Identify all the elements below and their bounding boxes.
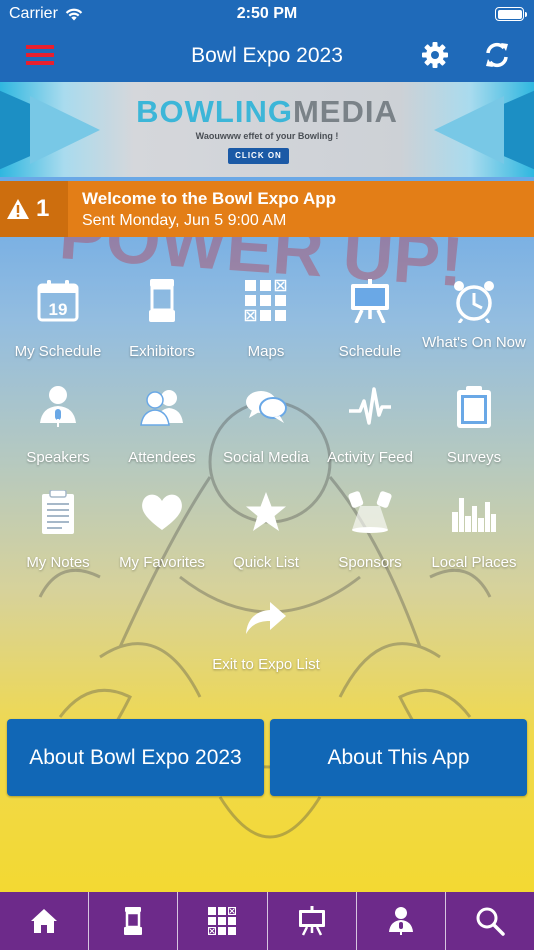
tile-sponsors[interactable]: Sponsors [318,490,422,590]
svg-text:19: 19 [49,300,68,319]
bottom-tab-bar [0,892,534,950]
alert-count-box: 1 [0,181,68,237]
tile-label: Maps [247,343,285,360]
home-icon [31,909,58,933]
ad-banner[interactable]: BOWLINGMEDIA Waouwww effet of your Bowli… [0,82,534,177]
tile-label: Speakers [26,449,90,466]
nav-bar: Bowl Expo 2023 [0,30,534,82]
tile-attendees[interactable]: Attendees [110,385,214,485]
tile-label: Local Places [431,554,517,571]
banner-tagline: Waouwww effet of your Bowling ! [195,131,339,141]
tile-label: My Favorites [119,554,205,571]
alarm-clock-icon [454,281,494,323]
tile-schedule[interactable]: Schedule [318,279,422,379]
spotlight-icon [348,491,392,533]
calendar-icon: 19 [37,280,79,322]
chat-bubbles-icon [246,391,287,423]
easel-icon [298,906,325,936]
tile-label: Activity Feed [327,449,413,466]
refresh-icon[interactable] [482,40,512,70]
tile-label: Quick List [233,554,299,571]
tab-home[interactable] [0,892,88,950]
tile-exhibitors[interactable]: Exhibitors [110,279,214,379]
floorplan-icon [208,907,237,935]
tile-label: My Notes [26,554,90,571]
pulse-icon [349,387,391,425]
clock: 2:50 PM [236,5,298,22]
floorplan-icon [244,279,287,322]
tile-social-media[interactable]: Social Media [214,385,318,485]
tab-exhibitors[interactable] [88,892,177,950]
clipboard-icon [457,386,491,428]
warning-icon [7,199,29,219]
gear-icon[interactable] [420,40,450,70]
tile-activity-feed[interactable]: Activity Feed [318,385,422,485]
alert-timestamp: Sent Monday, Jun 5 9:00 AM [82,212,287,229]
booth-icon [124,907,143,935]
tab-maps[interactable] [177,892,266,950]
tile-maps[interactable]: Maps [214,279,318,379]
tab-speakers[interactable] [355,892,445,950]
tile-label: Surveys [446,449,502,466]
tile-speakers[interactable]: Speakers [6,385,110,485]
tab-schedule[interactable] [266,892,356,950]
status-bar: Carrier 2:50 PM [0,0,534,30]
tile-my-notes[interactable]: My Notes [6,490,110,590]
tile-label: What's On Now [422,334,526,351]
booth-icon [149,279,175,322]
tile-label: Exit to Expo List [212,656,320,673]
share-arrow-icon [246,602,286,634]
battery-icon [495,7,527,21]
speaker-icon [388,907,413,935]
about-expo-button[interactable]: About Bowl Expo 2023 [7,719,264,796]
tile-label: Exhibitors [129,343,195,360]
tile-label: Social Media [223,449,309,466]
tile-exit-to-expo-list[interactable]: Exit to Expo List [212,596,320,696]
tile-my-schedule[interactable]: 19 My Schedule [6,279,110,379]
tile-label: Schedule [338,343,402,360]
about-app-button[interactable]: About This App [270,719,527,796]
star-icon [246,492,286,531]
tile-quick-list[interactable]: Quick List [214,490,318,590]
speaker-icon [40,386,76,427]
heart-icon [142,494,182,530]
alert-count: 1 [36,195,50,222]
banner-logo: BOWLINGMEDIA [136,94,398,129]
search-icon [476,907,505,936]
people-icon [140,390,183,426]
tab-search[interactable] [444,892,534,950]
city-skyline-icon [452,498,496,532]
announcement-banner[interactable]: 1 Welcome to the Bowl Expo App Sent Mond… [0,181,534,237]
alert-title: Welcome to the Bowl Expo App [82,189,337,208]
banner-cta-button[interactable]: CLICK ON [228,148,289,164]
tile-surveys[interactable]: Surveys [422,385,526,485]
tile-label: My Schedule [14,343,102,360]
page-title: Bowl Expo 2023 [191,44,343,67]
tile-my-favorites[interactable]: My Favorites [110,490,214,590]
tile-whats-on-now[interactable]: What's On Now [422,279,526,379]
easel-icon [351,279,389,323]
notes-icon [42,490,74,534]
tile-label: Attendees [128,449,196,466]
tile-local-places[interactable]: Local Places [422,490,526,590]
tile-label: Sponsors [338,554,402,571]
